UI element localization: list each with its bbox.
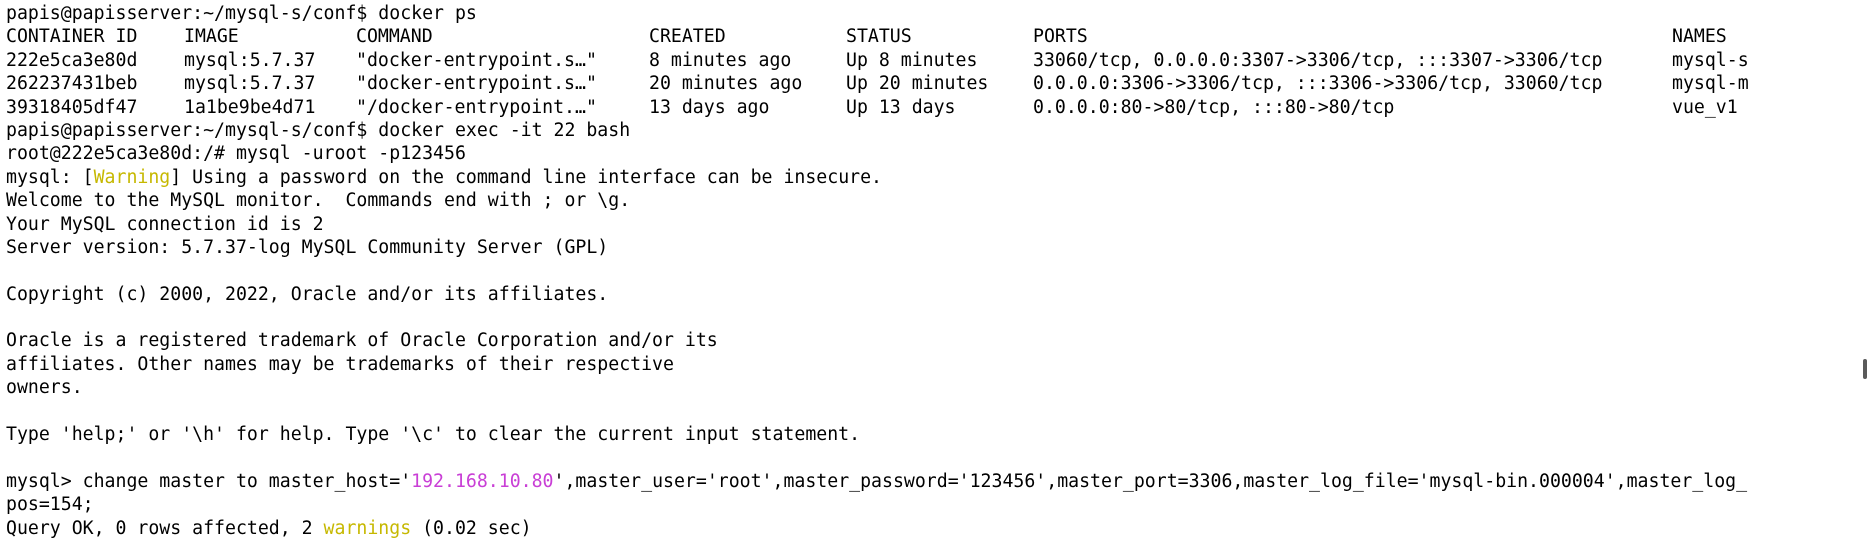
output-line: Server version: 5.7.37-log MySQL Communi… — [6, 236, 609, 258]
ports: 0.0.0.0:3306->3306/tcp, :::3306->3306/tc… — [1033, 73, 1603, 95]
container-id: 222e5ca3e80d — [6, 49, 138, 71]
command-suffix: ',master_user='root',master_password='12… — [553, 470, 1748, 492]
command-prefix: mysql> change master to master_host=' — [6, 470, 412, 492]
column-header: CONTAINER ID — [6, 26, 138, 48]
column-header: CREATED — [649, 26, 726, 48]
names: mysql-s — [1672, 49, 1749, 71]
created: 13 days ago — [649, 96, 770, 118]
command: "docker-entrypoint.s…" — [356, 73, 597, 95]
created: 8 minutes ago — [649, 49, 792, 71]
status: Up 13 days — [846, 96, 956, 118]
table-row: 39318405df47 1a1be9be4d71 "/docker-entry… — [6, 96, 1856, 119]
container-id: 262237431beb — [6, 73, 138, 95]
command: "/docker-entrypoint.…" — [356, 96, 597, 118]
terminal-window[interactable]: papis@papisserver:~/mysql-s/conf$ docker… — [0, 0, 1867, 551]
status: Up 8 minutes — [846, 49, 978, 71]
image: mysql:5.7.37 — [184, 73, 316, 95]
prompt-line: papis@papisserver:~/mysql-s/conf$ docker… — [6, 3, 477, 24]
command: "docker-entrypoint.s…" — [356, 49, 597, 71]
ports: 0.0.0.0:80->80/tcp, :::80->80/tcp — [1033, 96, 1395, 118]
warning-line: mysql: [Warning] Using a password on the… — [6, 166, 1856, 189]
output-line: Welcome to the MySQL monitor. Commands e… — [6, 190, 631, 212]
status: Up 20 minutes — [846, 73, 989, 95]
result-suffix: (0.02 sec) — [411, 517, 532, 539]
names: mysql-m — [1672, 73, 1749, 95]
image: 1a1be9be4d71 — [184, 96, 316, 118]
copyright-line: Copyright (c) 2000, 2022, Oracle and/or … — [6, 283, 609, 305]
terminal-output: papis@papisserver:~/mysql-s/conf$ docker… — [6, 2, 1856, 540]
table-row: 262237431beb mysql:5.7.37 "docker-entryp… — [6, 72, 1856, 95]
master-host-ip: 192.168.10.80 — [411, 470, 554, 492]
column-header: COMMAND — [356, 26, 433, 48]
warning-text: ] Using a password on the command line i… — [170, 166, 883, 188]
command-continuation: pos=154; — [6, 494, 94, 516]
column-header: NAMES — [1672, 26, 1727, 48]
output-line: affiliates. Other names may be trademark… — [6, 353, 674, 375]
output-line: Your MySQL connection id is 2 — [6, 213, 324, 235]
scrollbar-thumb[interactable] — [1863, 359, 1867, 379]
prompt-line: papis@papisserver:~/mysql-s/conf$ docker… — [6, 119, 631, 141]
created: 20 minutes ago — [649, 73, 803, 95]
command-line: mysql> change master to master_host='192… — [6, 470, 1856, 493]
output-line: owners. — [6, 377, 83, 399]
column-header: STATUS — [846, 26, 912, 48]
table-row: 222e5ca3e80d mysql:5.7.37 "docker-entryp… — [6, 49, 1856, 72]
help-line: Type 'help;' or '\h' for help. Type '\c'… — [6, 424, 861, 446]
ports: 33060/tcp, 0.0.0.0:3307->3306/tcp, :::33… — [1033, 49, 1603, 71]
names: vue_v1 — [1672, 96, 1738, 118]
table-header: CONTAINER ID IMAGE COMMAND CREATED STATU… — [6, 25, 1856, 48]
warning-tag: Warning — [93, 166, 171, 188]
column-header: PORTS — [1033, 26, 1088, 48]
container-id: 39318405df47 — [6, 96, 138, 118]
image: mysql:5.7.37 — [184, 49, 316, 71]
prompt-line: root@222e5ca3e80d:/# mysql -uroot -p1234… — [6, 143, 466, 165]
result-warnings: warnings — [323, 517, 412, 539]
result-line: Query OK, 0 rows affected, 2 warnings (0… — [6, 517, 1856, 540]
result-prefix: Query OK, 0 rows affected, 2 — [6, 517, 324, 539]
output-line: Oracle is a registered trademark of Orac… — [6, 330, 718, 352]
column-header: IMAGE — [184, 26, 239, 48]
